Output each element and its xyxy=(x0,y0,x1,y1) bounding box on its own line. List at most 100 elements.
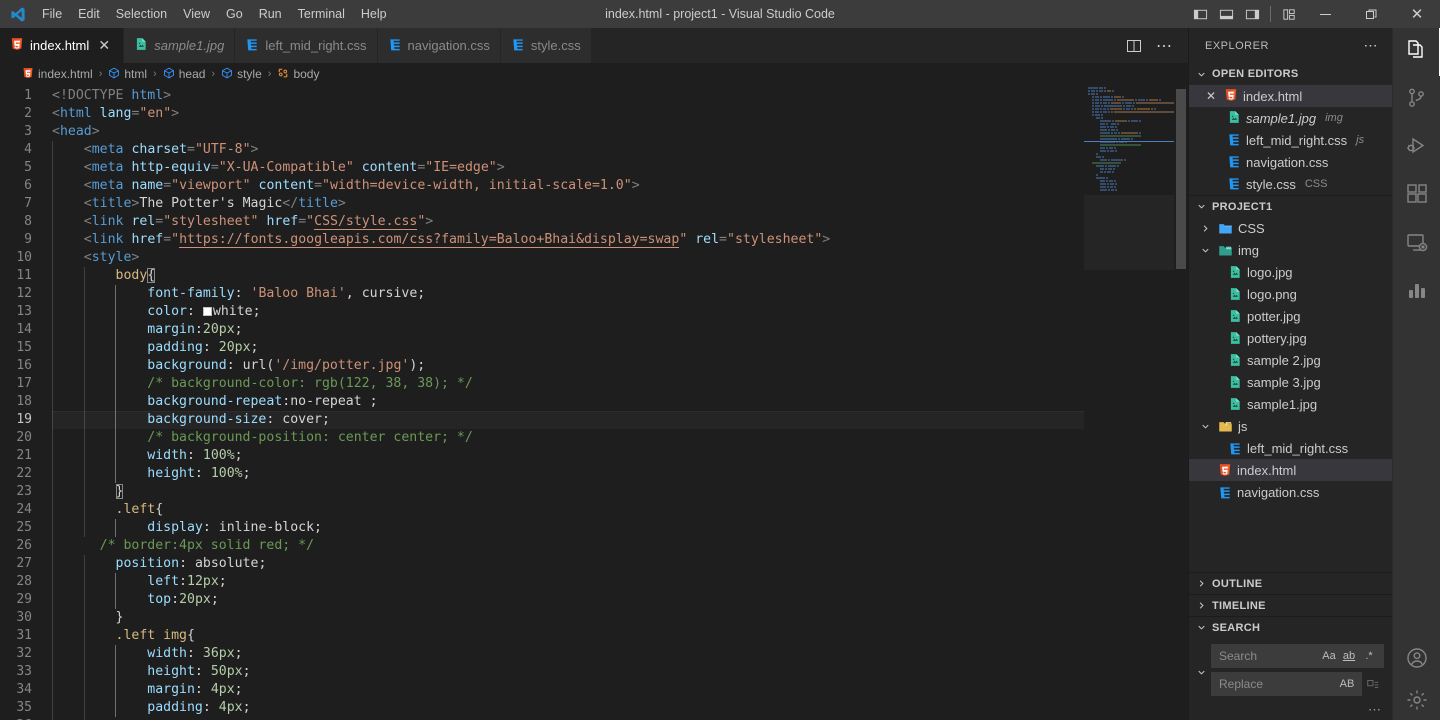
code-line[interactable]: } xyxy=(52,483,1084,501)
menu-terminal[interactable]: Terminal xyxy=(290,3,353,25)
code-line[interactable]: .left{ xyxy=(52,501,1084,519)
activity-explorer[interactable] xyxy=(1393,28,1440,76)
layout-sidebar-right-icon[interactable] xyxy=(1239,0,1265,28)
breadcrumb-item-head[interactable]: head xyxy=(161,67,208,82)
code-line[interactable]: /* background-position: center center; *… xyxy=(52,429,1084,447)
breadcrumb-item-html[interactable]: html xyxy=(106,67,149,82)
list-item[interactable]: left_mid_right.css js xyxy=(1189,129,1392,151)
menu-file[interactable]: File xyxy=(34,3,70,25)
tree-file-row[interactable]: potter.jpg xyxy=(1189,305,1392,327)
menu-help[interactable]: Help xyxy=(353,3,395,25)
code-line[interactable]: <head> xyxy=(52,123,1084,141)
list-item[interactable]: sample1.jpg img xyxy=(1189,107,1392,129)
menu-view[interactable]: View xyxy=(175,3,218,25)
menu-go[interactable]: Go xyxy=(218,3,251,25)
code-line[interactable]: padding: 4px; xyxy=(52,699,1084,717)
code-line[interactable]: display: inline-block; xyxy=(52,519,1084,537)
minimap[interactable] xyxy=(1084,85,1174,720)
close-icon[interactable]: ✕ xyxy=(1203,89,1219,103)
code-line[interactable]: <link rel="stylesheet" href="CSS/style.c… xyxy=(52,213,1084,231)
code-line[interactable]: top:20px; xyxy=(52,591,1084,609)
code-line[interactable]: position: absolute; xyxy=(52,555,1084,573)
list-item[interactable]: style.css CSS xyxy=(1189,173,1392,195)
restore-button[interactable] xyxy=(1348,0,1394,28)
use-regex-icon[interactable]: .* xyxy=(1359,647,1379,665)
tab-navigation-css[interactable]: navigation.css xyxy=(377,28,501,63)
code-line[interactable]: font-family: 'Baloo Bhai', cursive; xyxy=(52,285,1084,303)
tree-file-row[interactable]: sample 2.jpg xyxy=(1189,349,1392,371)
sidebar-more-actions-icon[interactable]: ⋯ xyxy=(1358,37,1385,54)
search-more-icon[interactable]: ⋯ xyxy=(1189,700,1392,720)
code-line[interactable]: <link href="https://fonts.googleapis.com… xyxy=(52,231,1084,249)
match-case-icon[interactable]: Aa xyxy=(1319,647,1339,665)
code-line[interactable]: background: url('/img/potter.jpg'); xyxy=(52,357,1084,375)
list-item[interactable]: ✕ index.html xyxy=(1189,85,1392,107)
breadcrumb-item-body[interactable]: body xyxy=(275,67,321,82)
breadcrumb-item-style[interactable]: style xyxy=(219,67,264,82)
panel-timeline[interactable]: TIMELINE xyxy=(1189,594,1392,616)
toggle-replace-icon[interactable] xyxy=(1193,644,1209,696)
activity-accounts[interactable] xyxy=(1393,636,1440,684)
activity-extensions[interactable] xyxy=(1393,172,1440,220)
preserve-case-icon[interactable]: AB xyxy=(1337,675,1357,693)
code-line[interactable]: margin:20px; xyxy=(52,321,1084,339)
list-item[interactable]: navigation.css xyxy=(1189,151,1392,173)
activity-source-control[interactable] xyxy=(1393,76,1440,124)
code-surface[interactable]: 1 2 3 4 5 6 7 8 9 10 11 12 13 14 15 16 17 18 19 20 21 22 23 24 2… xyxy=(0,85,1084,720)
tree-folder-row[interactable]: CSS xyxy=(1189,217,1392,239)
tree-folder-row[interactable]: JS js xyxy=(1189,415,1392,437)
code-line[interactable]: padding: 20px; xyxy=(52,339,1084,357)
activity-run-and-debug[interactable] xyxy=(1393,124,1440,172)
code-line[interactable]: <meta name="viewport" content="width=dev… xyxy=(52,177,1084,195)
replace-input[interactable]: Replace AB xyxy=(1211,672,1362,696)
tree-file-row[interactable]: left_mid_right.css xyxy=(1189,437,1392,459)
activity-testing[interactable] xyxy=(1393,268,1440,316)
code-line[interactable]: width: 36px; xyxy=(52,645,1084,663)
close-button[interactable]: ✕ xyxy=(1394,0,1440,28)
layout-panel-icon[interactable] xyxy=(1213,0,1239,28)
search-input[interactable]: Search Aa ab .* xyxy=(1211,644,1384,668)
minimize-button[interactable] xyxy=(1302,0,1348,28)
code-line[interactable]: <!DOCTYPE html> xyxy=(52,87,1084,105)
minimap-slider[interactable] xyxy=(1084,195,1174,270)
code-line[interactable]: height: 100%; xyxy=(52,465,1084,483)
panel-search[interactable]: SEARCH xyxy=(1189,616,1392,638)
code-line[interactable]: <style> xyxy=(52,249,1084,267)
section-project1[interactable]: PROJECT1 xyxy=(1189,195,1392,217)
split-editor-icon[interactable] xyxy=(1120,28,1148,63)
code-line[interactable]: <meta http-equiv="X-UA-Compatible" conte… xyxy=(52,159,1084,177)
code-line[interactable]: <meta charset="UTF-8"> xyxy=(52,141,1084,159)
code-line[interactable]: margin: 4px; xyxy=(52,681,1084,699)
tree-folder-row[interactable]: img xyxy=(1189,239,1392,261)
replace-all-icon[interactable] xyxy=(1362,672,1384,696)
code-line[interactable]: /* border:4px solid red; */ xyxy=(52,537,1084,555)
tree-file-row[interactable]: index.html xyxy=(1189,459,1392,481)
menu-edit[interactable]: Edit xyxy=(70,3,108,25)
code-line[interactable]: .left img{ xyxy=(52,627,1084,645)
panel-outline[interactable]: OUTLINE xyxy=(1189,572,1392,594)
layout-sidebar-left-icon[interactable] xyxy=(1187,0,1213,28)
activity-settings[interactable] xyxy=(1393,684,1440,720)
tree-file-row[interactable]: sample1.jpg xyxy=(1189,393,1392,415)
match-whole-word-icon[interactable]: ab xyxy=(1339,647,1359,665)
code-line[interactable]: width: 100%; xyxy=(52,447,1084,465)
more-actions-icon[interactable]: ⋯ xyxy=(1150,28,1178,63)
code-line[interactable]: background-repeat:no-repeat ; xyxy=(52,393,1084,411)
tree-file-row[interactable]: logo.jpg xyxy=(1189,261,1392,283)
code-line[interactable]: left:12px; xyxy=(52,573,1084,591)
tree-file-row[interactable]: sample 3.jpg xyxy=(1189,371,1392,393)
code-line[interactable]: } xyxy=(52,609,1084,627)
scrollbar-thumb[interactable] xyxy=(1176,89,1186,269)
tree-file-row[interactable]: navigation.css xyxy=(1189,481,1392,503)
tab-sample1-jpg[interactable]: sample1.jpg xyxy=(124,28,236,63)
tab-left-mid-right-css[interactable]: left_mid_right.css xyxy=(235,28,378,63)
menu-run[interactable]: Run xyxy=(251,3,290,25)
tree-file-row[interactable]: logo.png xyxy=(1189,283,1392,305)
layout-customize-icon[interactable] xyxy=(1276,0,1302,28)
activity-remote-explorer[interactable] xyxy=(1393,220,1440,268)
menu-selection[interactable]: Selection xyxy=(108,3,175,25)
section-open-editors[interactable]: OPEN EDITORS xyxy=(1189,63,1392,85)
tab-style-css[interactable]: style.css xyxy=(500,28,592,63)
code-line[interactable]: height: 50px; xyxy=(52,663,1084,681)
code-line[interactable]: body{ xyxy=(52,267,1084,285)
